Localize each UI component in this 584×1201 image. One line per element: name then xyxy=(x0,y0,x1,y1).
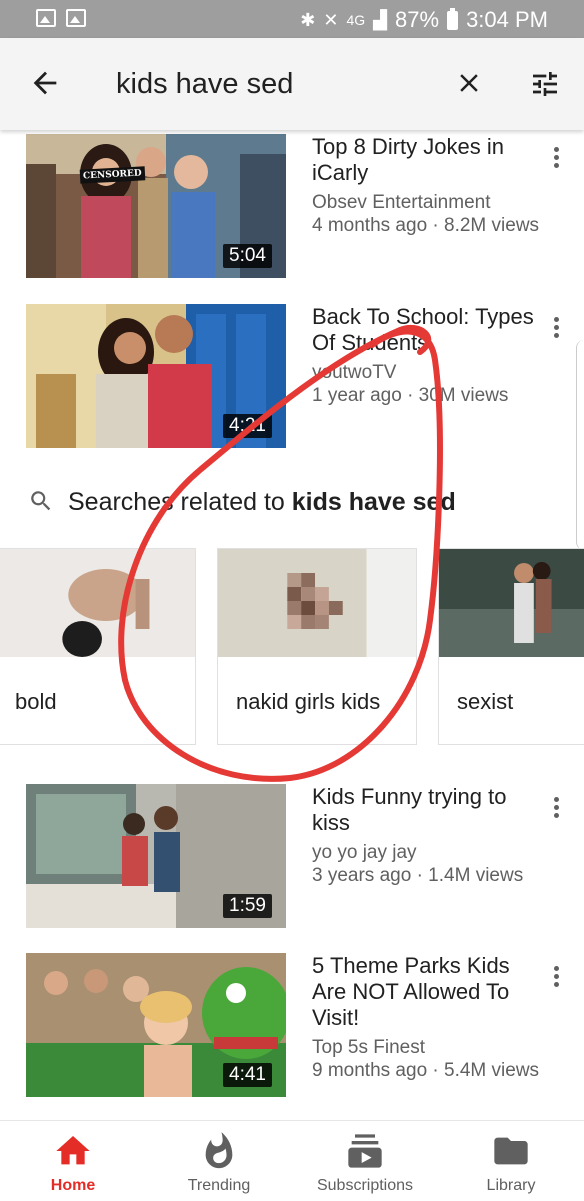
video-stats: 1 year ago · 30M views xyxy=(312,385,509,406)
video-title[interactable]: Kids Funny trying to kiss xyxy=(312,784,542,836)
screenshot-icon xyxy=(66,9,86,27)
video-duration: 4:41 xyxy=(223,1063,272,1087)
video-stats: 3 years ago · 1.4M views xyxy=(312,865,524,886)
battery-icon xyxy=(447,7,459,30)
video-item[interactable]: 4:21 Back To School: Types Of Students y… xyxy=(0,304,584,454)
card-thumbnail xyxy=(0,549,195,657)
nav-label: Trending xyxy=(187,1177,251,1194)
video-stats: 4 months ago · 8.2M views xyxy=(312,215,540,236)
related-searches-title: Searches related to kids have sed xyxy=(68,488,456,517)
more-options-icon[interactable] xyxy=(546,314,566,342)
card-label: nakid girls kids xyxy=(236,689,381,714)
video-thumbnail[interactable]: CENSORED 5:04 xyxy=(26,134,286,278)
search-header: kids have sed xyxy=(0,38,584,130)
back-arrow-icon[interactable] xyxy=(28,66,62,100)
status-bar: ✱ ✕ 4G ▟ 87% 3:04 PM xyxy=(0,0,584,38)
video-title[interactable]: Top 8 Dirty Jokes in iCarly xyxy=(312,134,542,186)
video-item[interactable]: 1:59 Kids Funny trying to kiss yo yo jay… xyxy=(0,784,584,934)
search-query[interactable]: kids have sed xyxy=(116,68,293,101)
video-thumbnail[interactable]: 4:41 xyxy=(26,953,286,1097)
nav-label: Subscriptions xyxy=(316,1177,414,1194)
video-title[interactable]: 5 Theme Parks Kids Are NOT Allowed To Vi… xyxy=(312,953,542,1031)
video-channel[interactable]: Obsev Entertainment xyxy=(312,192,552,214)
more-options-icon[interactable] xyxy=(546,144,566,172)
video-item[interactable]: 4:41 5 Theme Parks Kids Are NOT Allowed … xyxy=(0,953,584,1103)
notification-icons xyxy=(36,9,86,27)
video-thumbnail[interactable]: 1:59 xyxy=(26,784,286,928)
video-item[interactable]: CENSORED 5:04 Top 8 Dirty Jokes in iCarl… xyxy=(0,134,584,284)
video-duration: 4:21 xyxy=(223,414,272,438)
video-channel[interactable]: youtwoTV xyxy=(312,362,552,384)
video-duration: 5:04 xyxy=(223,244,272,268)
related-search-card[interactable]: sexist xyxy=(438,548,584,745)
folder-icon xyxy=(494,1137,528,1165)
card-label: bold xyxy=(15,689,57,714)
more-options-icon[interactable] xyxy=(546,794,566,822)
battery-percent: 87% xyxy=(395,7,440,32)
card-thumbnail xyxy=(218,549,416,657)
network-type: 4G xyxy=(346,12,366,28)
search-icon xyxy=(31,491,51,511)
nav-home[interactable]: Home xyxy=(0,1121,146,1201)
related-query: kids have sed xyxy=(291,488,456,516)
home-icon xyxy=(56,1136,90,1165)
related-searches-header: Searches related to kids have sed xyxy=(0,478,584,528)
video-channel[interactable]: Top 5s Finest xyxy=(312,1037,552,1059)
bottom-navigation: Home Trending Subscriptions Library xyxy=(0,1120,584,1201)
gallery-icon xyxy=(36,9,56,27)
signal-icon: ▟ xyxy=(373,9,388,31)
video-title[interactable]: Back To School: Types Of Students xyxy=(312,304,542,356)
filter-icon[interactable] xyxy=(528,68,562,100)
system-icons: ✱ ✕ 4G ▟ 87% 3:04 PM xyxy=(300,7,548,33)
nav-library[interactable]: Library xyxy=(438,1121,584,1201)
flame-icon xyxy=(205,1132,233,1169)
subscriptions-icon xyxy=(348,1134,382,1168)
mute-icon: ✕ xyxy=(323,9,339,31)
card-thumbnail xyxy=(439,549,584,657)
video-thumbnail[interactable]: 4:21 xyxy=(26,304,286,448)
video-duration: 1:59 xyxy=(223,894,272,918)
nav-subscriptions[interactable]: Subscriptions xyxy=(292,1121,438,1201)
video-stats: 9 months ago · 5.4M views xyxy=(312,1060,540,1081)
nav-label: Library xyxy=(486,1177,536,1194)
nav-label: Home xyxy=(50,1177,96,1194)
related-search-card[interactable]: nakid girls kids xyxy=(217,548,417,745)
more-options-icon[interactable] xyxy=(546,963,566,991)
related-search-card[interactable]: bold xyxy=(0,548,196,745)
bluetooth-icon: ✱ xyxy=(300,9,316,31)
clock: 3:04 PM xyxy=(466,7,548,32)
related-prefix: Searches related to xyxy=(68,488,292,516)
close-icon[interactable] xyxy=(454,68,484,98)
card-label: sexist xyxy=(457,689,514,714)
video-channel[interactable]: yo yo jay jay xyxy=(312,842,552,864)
nav-trending[interactable]: Trending xyxy=(146,1121,292,1201)
